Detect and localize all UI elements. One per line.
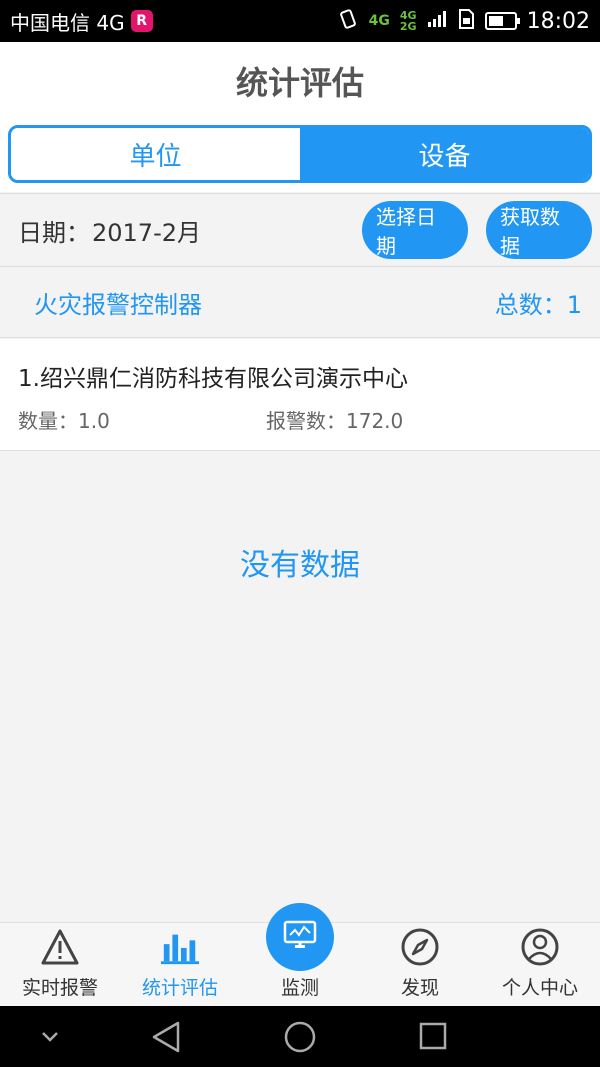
- select-date-button[interactable]: 选择日期: [362, 201, 468, 259]
- network-dual-icon: 4G 2G: [399, 9, 417, 33]
- user-icon: [520, 927, 560, 967]
- item-alarm-count: 报警数：172.0: [266, 409, 404, 433]
- carrier-name: 中国电信 4G: [10, 10, 125, 35]
- network-4g-icon: 4G: [368, 13, 390, 29]
- monitor-fab-button[interactable]: [266, 903, 334, 971]
- clock: 18:02: [526, 8, 590, 34]
- tab-device[interactable]: 设备: [300, 128, 589, 180]
- carrier-badge: R: [130, 10, 153, 32]
- nav-realtime-alarm[interactable]: 实时报警: [0, 923, 120, 1006]
- bottom-nav: 实时报警 统计评估 监测 发现 个人中心: [0, 903, 600, 1006]
- recent-apps-icon[interactable]: [418, 1021, 448, 1051]
- vibrate-icon: [337, 8, 359, 35]
- battery-icon: [484, 12, 520, 30]
- item-title: 1.绍兴鼎仁消防科技有限公司演示中心: [18, 366, 408, 392]
- monitor-icon: [283, 920, 317, 954]
- nav-discover[interactable]: 发现: [360, 923, 480, 1006]
- empty-state-text: 没有数据: [240, 548, 360, 583]
- date-row: 日期： 2017-2月 选择日期 获取数据: [0, 193, 600, 267]
- compass-icon: [400, 927, 440, 967]
- page-title: 统计评估: [235, 64, 364, 102]
- category-header: 火灾报警控制器 总数：1: [0, 268, 600, 338]
- home-icon[interactable]: [283, 1020, 317, 1054]
- status-bar: 中国电信 4G R 4G 4G 2G 18:02: [0, 0, 600, 42]
- item-quantity: 数量：1.0: [18, 409, 110, 433]
- nav-statistics[interactable]: 统计评估: [120, 923, 240, 1006]
- nav-profile[interactable]: 个人中心: [480, 923, 600, 1006]
- segmented-control: 单位 设备: [8, 125, 592, 183]
- title-bar: 统计评估: [0, 42, 600, 120]
- back-icon[interactable]: [150, 1020, 182, 1054]
- item-stats: 数量：1.0 报警数：172.0: [18, 405, 582, 434]
- total-count: 总数：1: [494, 291, 582, 319]
- system-nav-bar: [0, 1006, 600, 1067]
- sim-icon: [457, 8, 475, 35]
- date-value: 2017-2月: [92, 218, 202, 247]
- segment-wrap: 单位 设备: [0, 120, 600, 192]
- signal-icon: [427, 9, 447, 33]
- date-label: 日期：: [18, 218, 90, 247]
- category-name: 火灾报警控制器: [34, 291, 202, 319]
- fetch-data-button[interactable]: 获取数据: [486, 201, 592, 259]
- warning-icon: [40, 927, 80, 967]
- list-item[interactable]: 1.绍兴鼎仁消防科技有限公司演示中心 数量：1.0 报警数：172.0: [0, 339, 600, 451]
- chevron-down-icon[interactable]: [38, 1024, 62, 1048]
- tab-unit[interactable]: 单位: [11, 128, 300, 180]
- bar-chart-icon: [160, 927, 200, 967]
